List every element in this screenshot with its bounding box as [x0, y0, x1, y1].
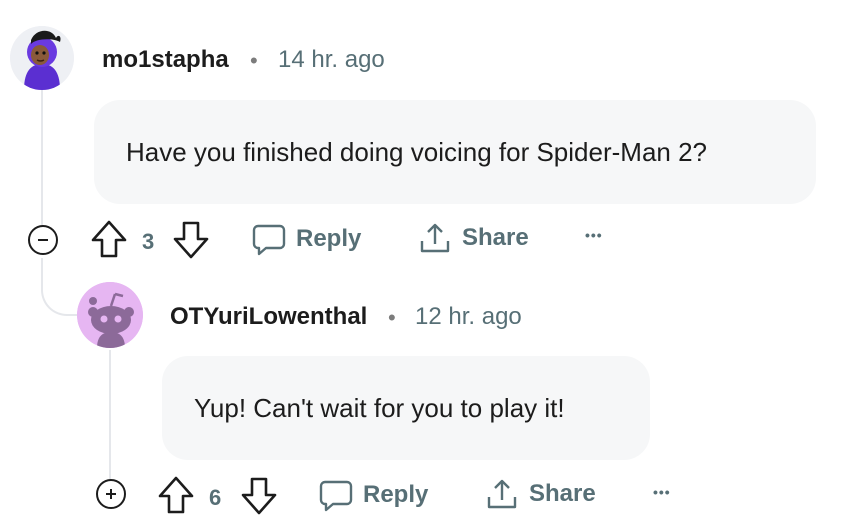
- share-icon: [420, 223, 450, 253]
- comment-timestamp[interactable]: 12 hr. ago: [415, 303, 522, 331]
- meta-separator: •: [250, 48, 258, 73]
- comment-text: Have you finished doing voicing for Spid…: [126, 136, 708, 167]
- meta-separator: •: [388, 305, 396, 330]
- comment-author[interactable]: mo1stapha: [102, 46, 229, 74]
- vote-count: 3: [142, 229, 155, 254]
- thread-line-1: [41, 88, 43, 226]
- reply-label: Reply: [363, 481, 429, 508]
- comment-body: Have you finished doing voicing for Spid…: [94, 100, 816, 204]
- downvote-button[interactable]: [172, 220, 210, 260]
- upvote-arrow-icon: [158, 476, 194, 514]
- comment-author[interactable]: OTYuriLowenthal: [170, 303, 367, 331]
- plus-icon: [106, 489, 116, 499]
- downvote-button[interactable]: [240, 476, 278, 516]
- minus-icon: [38, 239, 48, 241]
- comment-bubble-icon: [319, 480, 353, 512]
- upvote-button[interactable]: [90, 219, 128, 259]
- reply-button[interactable]: Reply: [319, 478, 428, 512]
- downvote-arrow-icon: [173, 221, 209, 259]
- reply-label: Reply: [296, 225, 362, 252]
- share-label: Share: [462, 224, 529, 251]
- snoo-avatar-icon: [77, 282, 143, 348]
- thread-elbow: [41, 258, 81, 316]
- thread-line-2: [109, 350, 111, 480]
- upvote-arrow-icon: [91, 220, 127, 258]
- more-options-button[interactable]: •••: [585, 227, 603, 243]
- upvote-button[interactable]: [157, 475, 195, 515]
- comment-bubble-icon: [252, 224, 286, 256]
- avatar[interactable]: [10, 26, 74, 90]
- user-avatar-icon: [10, 26, 74, 90]
- reply-button[interactable]: Reply: [252, 222, 361, 256]
- comment-timestamp[interactable]: 14 hr. ago: [278, 46, 385, 74]
- downvote-arrow-icon: [241, 477, 277, 515]
- comment-body: Yup! Can't wait for you to play it!: [162, 356, 650, 460]
- comment-text: Yup! Can't wait for you to play it!: [194, 392, 565, 423]
- avatar[interactable]: [77, 282, 143, 348]
- collapse-button[interactable]: [28, 225, 58, 255]
- share-button[interactable]: Share: [485, 477, 596, 511]
- more-options-button[interactable]: •••: [653, 484, 671, 500]
- share-label: Share: [529, 480, 596, 507]
- share-button[interactable]: Share: [418, 221, 529, 255]
- vote-count: 6: [209, 485, 222, 510]
- share-icon: [487, 479, 517, 509]
- expand-button[interactable]: [96, 479, 126, 509]
